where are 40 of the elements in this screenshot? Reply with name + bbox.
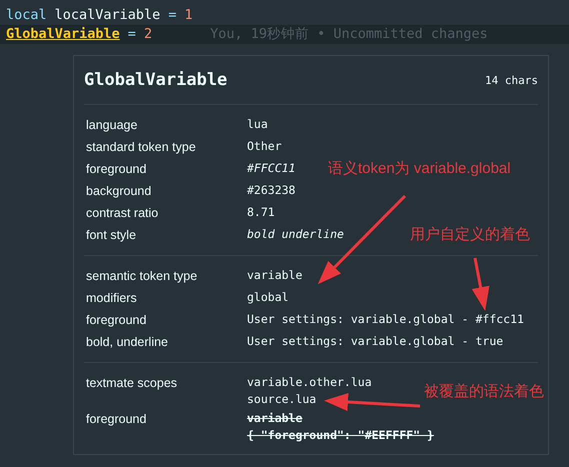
code-token: localVariable	[54, 6, 160, 26]
property-label: contrast ratio	[85, 204, 160, 222]
code-token: GlobalVariable	[6, 25, 120, 44]
property-label: modifiers	[85, 290, 138, 306]
code-token: 2	[144, 25, 152, 44]
annotation-text: 语义token为 variable.global	[328, 159, 511, 179]
property-label: textmate scopes	[85, 374, 178, 392]
property-value: #263238	[247, 182, 296, 198]
property-value: { "foreground": "#EEFFFF" }	[247, 426, 434, 444]
code-token: =	[128, 25, 136, 44]
git-blame-text: You, 19秒钟前 • Uncommitted changes	[210, 25, 488, 44]
property-value: User settings: variable.global - #ffcc11	[247, 310, 524, 328]
property-label: foreground	[85, 312, 148, 329]
property-label: language	[85, 116, 138, 134]
char-count: 14 chars	[485, 72, 538, 88]
property-label: background	[85, 182, 152, 200]
code-token: =	[168, 6, 176, 26]
property-value: User settings: variable.global - true	[247, 332, 504, 350]
property-label: foreground	[85, 160, 148, 178]
property-value: global	[247, 288, 289, 306]
property-label: foreground	[85, 410, 148, 428]
property-value: Other	[247, 138, 282, 154]
property-value: lua	[247, 116, 268, 132]
property-label: standard token type	[85, 138, 197, 156]
property-value: variable.other.lua	[247, 374, 372, 390]
annotation-arrow	[472, 258, 490, 311]
property-value: #FFCC11	[247, 160, 296, 176]
property-value: variable	[247, 266, 302, 284]
property-value: source.lua	[247, 390, 316, 408]
hover-title: GlobalVariable	[84, 69, 228, 92]
code-token: local	[6, 6, 47, 26]
property-label: semantic token type	[85, 268, 198, 285]
property-label: font style	[85, 226, 138, 244]
annotation-text: 用户自定义的着色	[410, 225, 530, 245]
property-value: bold underline	[247, 226, 344, 242]
annotation-text: 被覆盖的语法着色	[424, 382, 544, 402]
property-value: variable	[247, 410, 302, 426]
code-token: 1	[184, 6, 193, 26]
property-label: bold, underline	[85, 334, 170, 350]
property-value: 8.71	[247, 204, 275, 220]
